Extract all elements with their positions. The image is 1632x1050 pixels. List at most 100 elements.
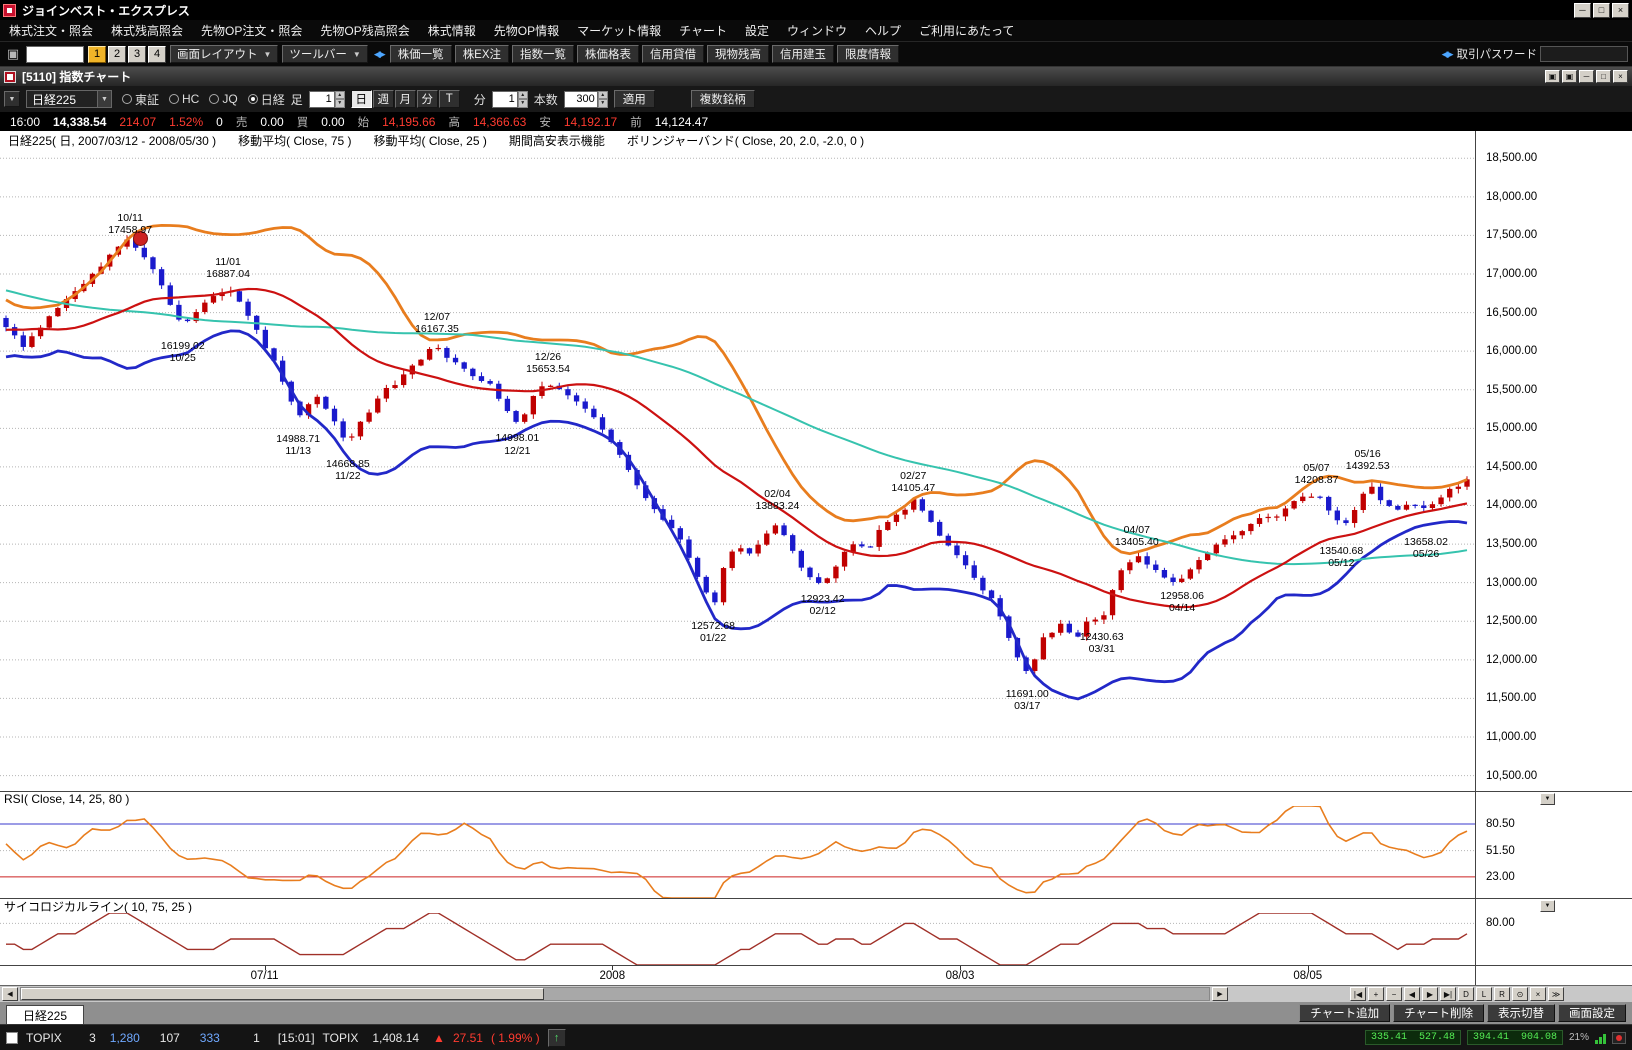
apply-button[interactable]: 適用 [614,90,655,108]
market-radio-JQ[interactable]: JQ [209,91,237,108]
minute-input[interactable] [492,91,518,108]
minute-stepper[interactable]: ▲▼ [492,91,528,108]
symbol-quick-input[interactable] [26,46,84,63]
market-radio-HC[interactable]: HC [169,91,199,108]
symbol-combo[interactable]: 日経225 ▼ [26,90,112,108]
tab-nikkei225[interactable]: 日経225 [6,1005,84,1024]
restore-down-button[interactable]: ▣ [1562,70,1577,83]
period-button-分[interactable]: 分 [417,90,438,108]
chart-tool-button-3[interactable]: ◀ [1404,987,1420,1001]
spinner-icon[interactable]: ▲▼ [335,91,345,108]
scroll-left-button[interactable]: ◀ [2,987,18,1001]
footer-button-画面設定[interactable]: 画面設定 [1558,1004,1626,1022]
price-axis[interactable]: 18,500.0018,000.0017,500.0017,000.0016,5… [1475,149,1632,791]
psy-axis[interactable]: 80.00 [1475,913,1632,965]
bar-count-input[interactable] [564,91,598,108]
chart-tool-button-5[interactable]: ▶| [1440,987,1456,1001]
up-arrow-icon: ▲ [433,1031,445,1045]
spinner-icon[interactable]: ▲▼ [598,91,608,108]
period-button-T[interactable]: T [439,90,460,108]
layout-grid-icon[interactable]: ▣ [4,46,22,62]
maximize-button[interactable]: □ [1593,3,1610,18]
period-button-月[interactable]: 月 [395,90,416,108]
toolbar-button-指数一覧[interactable]: 指数一覧 [512,45,574,63]
menu-item-設定[interactable]: 設定 [736,20,778,42]
footer-button-チャート削除[interactable]: チャート削除 [1393,1004,1484,1022]
bar-interval-input[interactable] [309,91,335,108]
rsi-axis[interactable]: 80.5051.5023.00 [1475,806,1632,898]
menu-item-株式注文・照会[interactable]: 株式注文・照会 [0,20,102,42]
pane-collapse-icon[interactable]: ◀▶ [372,49,386,60]
menu-item-先物OP情報[interactable]: 先物OP情報 [485,20,568,42]
market-radio-日経[interactable]: 日経 [248,91,285,108]
toolbar-button-株価一覧[interactable]: 株価一覧 [390,45,452,63]
spinner-icon[interactable]: ▲▼ [518,91,528,108]
market-radio-東証[interactable]: 東証 [122,91,159,108]
chart-tool-button-9[interactable]: ⊙ [1512,987,1528,1001]
toolbar-button-株EX注[interactable]: 株EX注 [455,45,509,63]
dock-button[interactable]: ▣ [1545,70,1560,83]
menu-item-株式情報[interactable]: 株式情報 [419,20,485,42]
psychological-line-label: サイコロジカルライン( 10, 75, 25 ) [4,899,192,913]
password-area: ◀▶ 取引パスワード [1440,46,1628,62]
bar-count-stepper[interactable]: ▲▼ [564,91,608,108]
rsi-chart-plot[interactable] [0,806,1475,898]
menu-item-ヘルプ[interactable]: ヘルプ [856,20,910,42]
psy-chart-plot[interactable] [0,913,1475,965]
menu-item-株式残高照会[interactable]: 株式残高照会 [102,20,192,42]
maximize-button[interactable]: □ [1596,70,1611,83]
layout-preset-1[interactable]: 1 [88,46,106,63]
menu-item-マーケット情報[interactable]: マーケット情報 [568,20,670,42]
toolbar-toggle-button[interactable]: ツールバー ▼ [282,45,367,63]
pane-collapse-icon[interactable]: ◀▶ [1440,49,1454,60]
chart-tool-button-2[interactable]: − [1386,987,1402,1001]
menu-item-ウィンドウ[interactable]: ウィンドウ [778,20,856,42]
toolbar-button-信用建玉[interactable]: 信用建玉 [772,45,834,63]
toolbar-button-信用貸借[interactable]: 信用貸借 [642,45,704,63]
period-button-日[interactable]: 日 [351,90,372,108]
chart-tool-button-7[interactable]: L [1476,987,1492,1001]
psy-panel-menu-button[interactable]: ▼ [1540,900,1555,912]
chart-tool-button-8[interactable]: R [1494,987,1510,1001]
chart-tool-button-4[interactable]: ▶ [1422,987,1438,1001]
radio-circle-icon [248,94,258,104]
multi-symbol-button[interactable]: 複数銘柄 [691,90,755,108]
close-button[interactable]: × [1612,3,1629,18]
price-axis-label: 18,000.00 [1486,191,1537,203]
menu-item-ご利用にあたって[interactable]: ご利用にあたって [910,20,1023,42]
screen-layout-button[interactable]: 画面レイアウト ▼ [170,45,278,63]
status-checkbox[interactable] [6,1032,18,1044]
footer-button-チャート追加[interactable]: チャート追加 [1299,1004,1390,1022]
footer-button-表示切替[interactable]: 表示切替 [1487,1004,1555,1022]
layout-preset-3[interactable]: 3 [128,46,146,63]
annotation-line1: 14988.71 [276,433,320,445]
chart-tool-button-0[interactable]: |◀ [1350,987,1366,1001]
bar-interval-stepper[interactable]: ▲▼ [309,91,345,108]
minimize-button[interactable]: ─ [1579,70,1594,83]
legend-item: 日経225( 日, 2007/03/12 - 2008/05/30 ) [8,132,216,149]
symbol-history-icon[interactable]: ▼ [4,91,20,107]
scrollbar-thumb[interactable] [21,988,544,1000]
minimize-button[interactable]: ─ [1574,3,1591,18]
layout-preset-4[interactable]: 4 [148,46,166,63]
menu-item-先物OP残高照会[interactable]: 先物OP残高照会 [311,20,418,42]
close-button[interactable]: × [1613,70,1628,83]
price-axis-label: 11,000.00 [1486,731,1536,743]
toolbar-button-限度情報[interactable]: 限度情報 [837,45,899,63]
chart-tool-button-10[interactable]: × [1530,987,1546,1001]
toolbar-button-現物残高[interactable]: 現物残高 [707,45,769,63]
scroll-top-button[interactable]: ↑ [548,1029,566,1047]
main-chart-plot[interactable]: 10/1117458.9716199.0210/2511/0116887.041… [0,149,1475,791]
chart-tool-button-11[interactable]: ≫ [1548,987,1564,1001]
layout-preset-2[interactable]: 2 [108,46,126,63]
scroll-right-button[interactable]: ▶ [1212,987,1228,1001]
chart-tool-button-1[interactable]: + [1368,987,1384,1001]
trade-password-input[interactable] [1540,46,1628,62]
menu-item-先物OP注文・照会[interactable]: 先物OP注文・照会 [192,20,311,42]
menu-item-チャート[interactable]: チャート [670,20,736,42]
scrollbar-track[interactable] [20,987,1210,1001]
rsi-panel-menu-button[interactable]: ▼ [1540,793,1555,805]
period-button-週[interactable]: 週 [373,90,394,108]
chart-tool-button-6[interactable]: D [1458,987,1474,1001]
toolbar-button-株価格表[interactable]: 株価格表 [577,45,639,63]
